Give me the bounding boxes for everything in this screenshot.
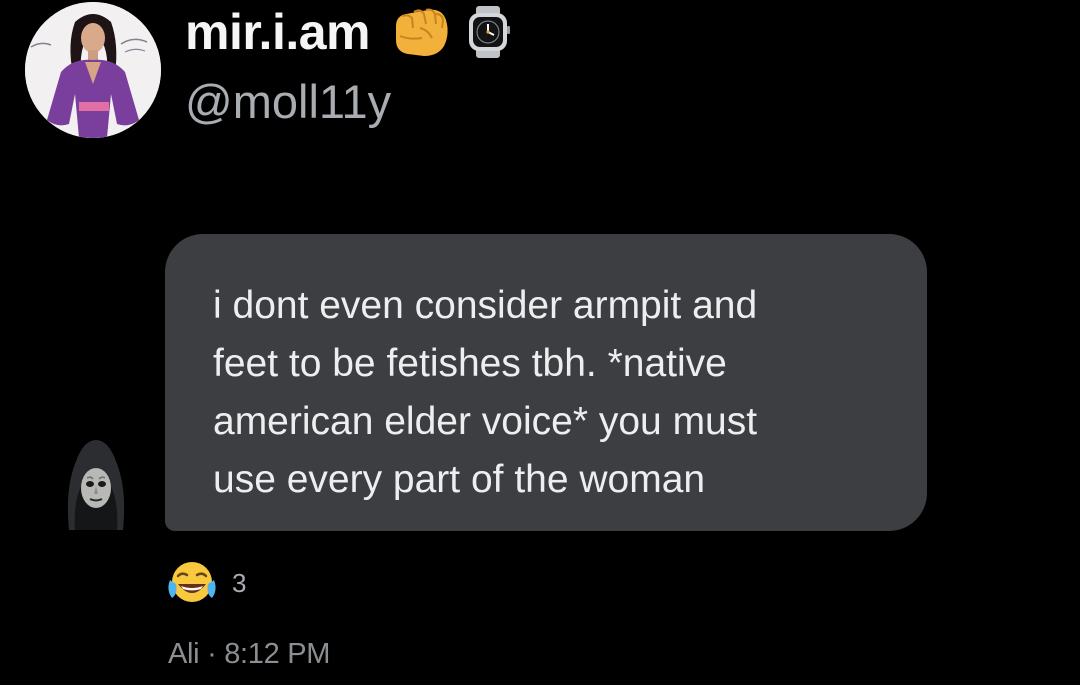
display-name[interactable]: mir.i.am bbox=[185, 7, 371, 57]
message-line: i dont even consider armpit and bbox=[213, 284, 758, 327]
message-bubble[interactable]: i dont even consider armpit and feet to … bbox=[165, 234, 927, 531]
face-with-tears-of-joy-icon bbox=[168, 562, 216, 602]
display-name-row: mir.i.am bbox=[185, 2, 510, 62]
user-handle[interactable]: @moll11y bbox=[185, 78, 391, 125]
profile-photo-avatar bbox=[25, 2, 161, 138]
sender-avatar[interactable] bbox=[63, 438, 129, 530]
message-meta: Ali · 8:12 PM bbox=[168, 638, 330, 671]
sender-name: Ali bbox=[168, 638, 200, 670]
watch-icon bbox=[469, 6, 510, 58]
profile-avatar[interactable] bbox=[25, 2, 161, 138]
hooded-mask-avatar bbox=[67, 440, 125, 530]
message-time: 8:12 PM bbox=[224, 638, 331, 670]
reaction-count: 3 bbox=[232, 567, 247, 598]
reaction-pill[interactable]: 3 bbox=[166, 560, 246, 606]
message-line: use every part of the woman bbox=[213, 458, 706, 501]
dm-screen: { "header": { "display_name": "mir.i.am"… bbox=[0, 0, 1080, 685]
message-line: american elder voice* you must bbox=[213, 400, 758, 443]
message-line: feet to be fetishes tbh. *native bbox=[213, 342, 727, 385]
oncoming-fist-icon bbox=[396, 8, 448, 56]
meta-separator: · bbox=[199, 638, 225, 670]
